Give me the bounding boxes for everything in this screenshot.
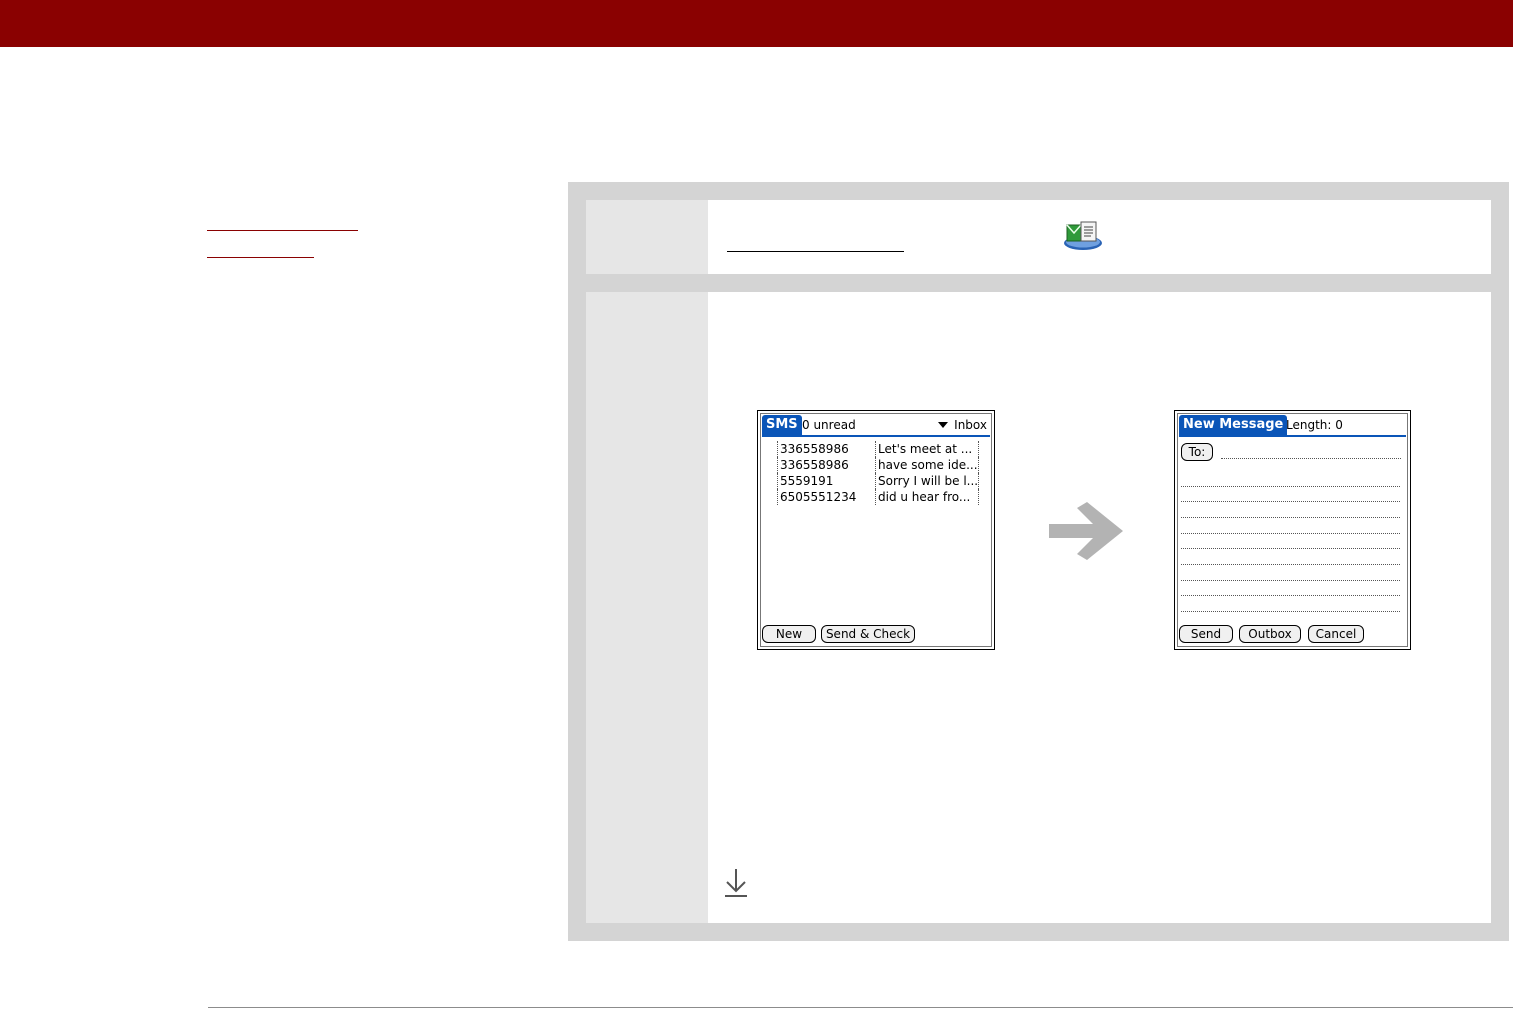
- download-arrow-icon[interactable]: [723, 867, 749, 899]
- step-2-number-column: [586, 292, 708, 923]
- message-line[interactable]: [1181, 501, 1400, 502]
- sms-inbox-screenshot: SMS 0 unread Inbox 336558986 Let's meet …: [757, 410, 995, 650]
- message-preview: did u hear fro...: [875, 489, 979, 505]
- message-line[interactable]: [1181, 548, 1400, 549]
- message-length: Length: 0: [1286, 418, 1343, 432]
- sms-title: SMS: [762, 415, 802, 435]
- message-number: 5559191: [777, 473, 876, 489]
- to-field[interactable]: [1221, 458, 1401, 459]
- footer-rule: [208, 1007, 1513, 1008]
- chevron-down-icon: [938, 422, 949, 428]
- message-line[interactable]: [1181, 580, 1400, 581]
- step-1-link[interactable]: [727, 237, 904, 252]
- message-number: 336558986: [777, 441, 876, 457]
- sms-app-icon: [1064, 221, 1102, 250]
- to-button[interactable]: To:: [1181, 443, 1213, 461]
- new-button[interactable]: New: [762, 625, 816, 643]
- sidebar-link-2[interactable]: [207, 243, 314, 258]
- step-1: [586, 200, 1491, 274]
- message-number: 6505551234: [777, 489, 876, 505]
- sidebar-link-1[interactable]: [207, 216, 358, 231]
- send-button[interactable]: Send: [1179, 625, 1233, 643]
- new-message-title: New Message: [1179, 415, 1288, 435]
- header-bar: [0, 0, 1513, 47]
- message-preview: have some ide...: [875, 457, 979, 473]
- message-number: 336558986: [777, 457, 876, 473]
- message-line[interactable]: [1181, 564, 1400, 565]
- step-1-number-column: [586, 200, 708, 274]
- message-line[interactable]: [1181, 486, 1400, 487]
- message-line[interactable]: [1181, 517, 1400, 518]
- message-preview: Let's meet at ...: [875, 441, 979, 457]
- message-line[interactable]: [1181, 611, 1400, 612]
- new-message-screenshot: New Message Length: 0 To: Send Outbox Ca…: [1174, 410, 1411, 650]
- folder-label: Inbox: [954, 418, 987, 432]
- message-line[interactable]: [1181, 595, 1400, 596]
- send-check-button[interactable]: Send & Check: [821, 625, 915, 643]
- message-preview: Sorry I will be l...: [875, 473, 979, 489]
- folder-picker[interactable]: Inbox: [938, 415, 987, 435]
- unread-count: 0 unread: [802, 418, 856, 432]
- new-message-titlebar: New Message Length: 0: [1179, 415, 1406, 437]
- right-arrow-icon: [1049, 502, 1123, 560]
- sms-titlebar: SMS 0 unread Inbox: [762, 415, 990, 437]
- outbox-button[interactable]: Outbox: [1239, 625, 1301, 643]
- cancel-button[interactable]: Cancel: [1308, 625, 1364, 643]
- message-line[interactable]: [1181, 533, 1400, 534]
